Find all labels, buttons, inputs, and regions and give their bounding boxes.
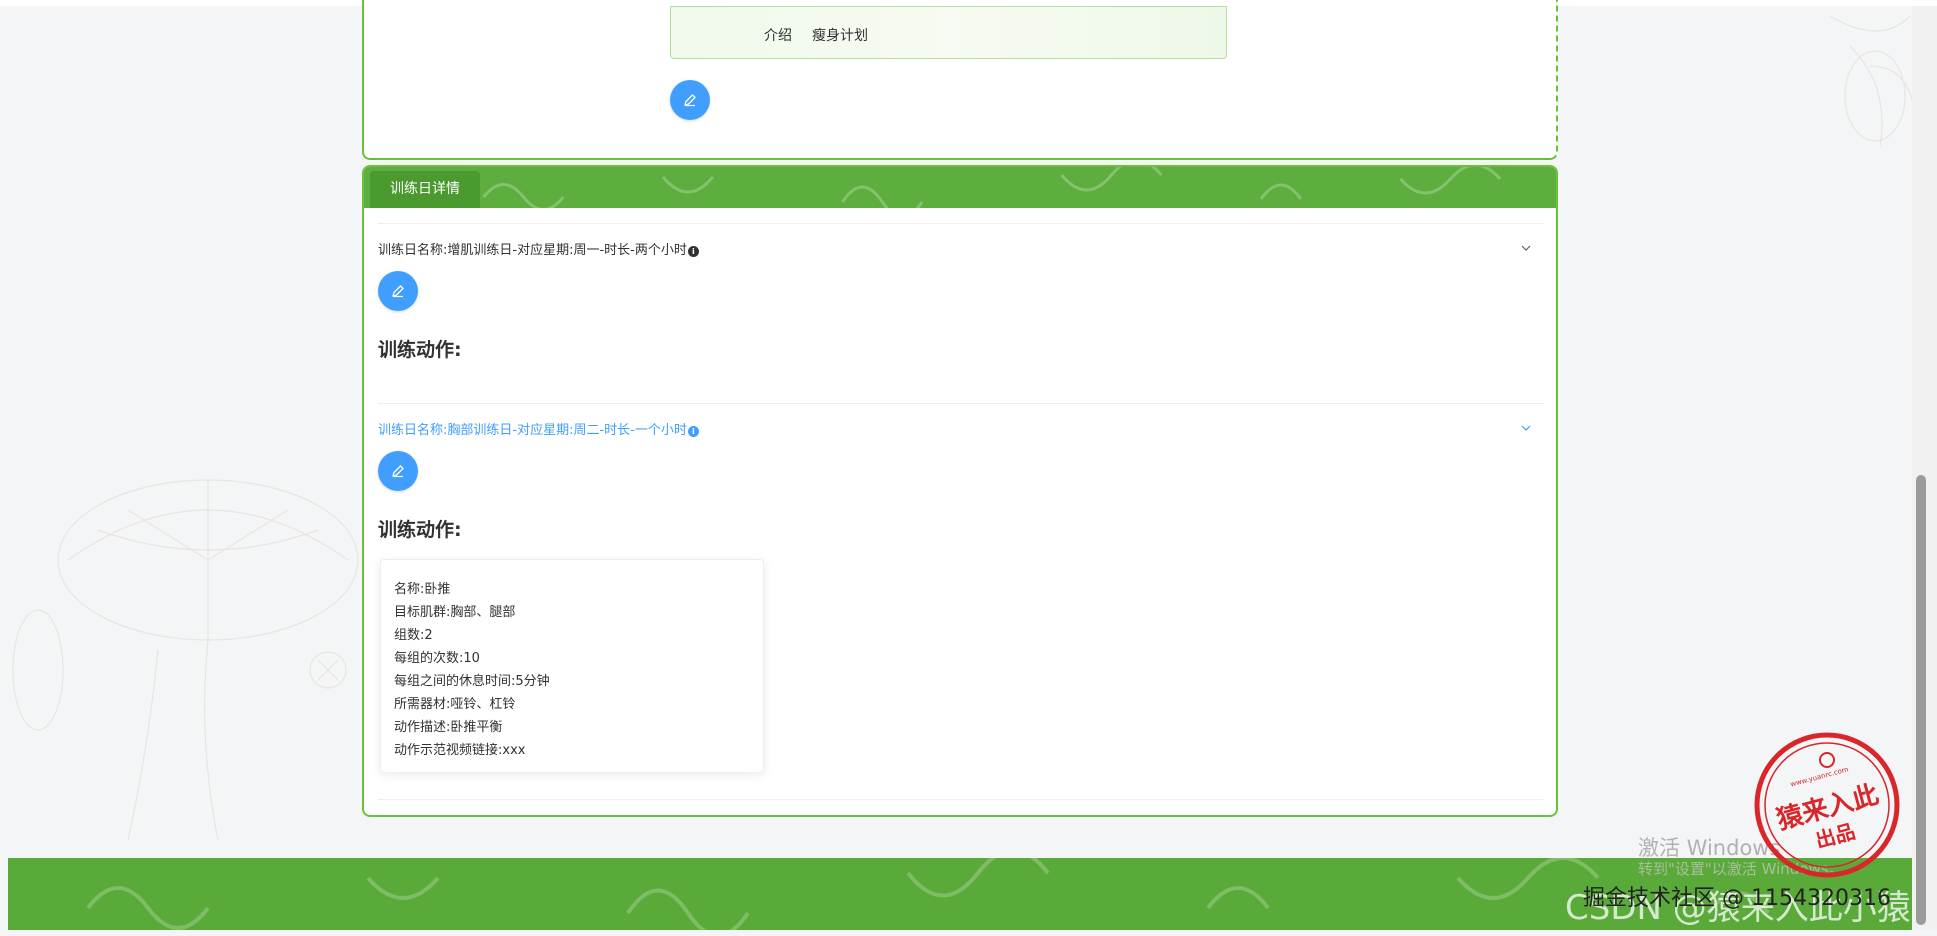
action-name: 名称:卧推: [394, 582, 451, 597]
tab-training-day-details[interactable]: 训练日详情: [370, 171, 480, 208]
info-icon: i: [687, 246, 699, 257]
info-icon: i: [687, 426, 699, 437]
scrollbar-thumb[interactable]: [1916, 475, 1926, 925]
seal-url: www.yuanrc.com: [1790, 765, 1850, 788]
plan-intro-row: 介绍 瘦身计划: [670, 6, 1227, 59]
item-divider: [378, 799, 1544, 800]
action-description: 动作描述:卧推平衡: [394, 720, 503, 735]
chevron-down-icon[interactable]: [1520, 422, 1532, 434]
flower-decoration-icon: [1829, 15, 1916, 147]
swirl-pattern-icon: [482, 167, 1502, 208]
pencil-icon: [392, 465, 404, 478]
training-days-card: 训练日详情 训练日名称:增肌训练日-对应星期:周一-时长-两个小时 i 训练动作:…: [362, 165, 1558, 817]
chevron-down-icon[interactable]: [1520, 242, 1532, 254]
edit-day-1-button[interactable]: [378, 271, 418, 311]
juejin-watermark: 掘金技术社区 @ 1154320316: [1583, 886, 1891, 911]
pencil-icon: [392, 285, 404, 298]
action-target: 目标肌群:胸部、腿部: [394, 605, 516, 620]
intro-label: 介绍: [764, 28, 792, 44]
action-sets: 组数:2: [394, 628, 433, 643]
intro-value: 瘦身计划: [812, 28, 868, 44]
action-card[interactable]: 名称:卧推 目标肌群:胸部、腿部 组数:2 每组的次数:10 每组之间的休息时间…: [380, 559, 764, 773]
lotus-decoration-icon: [12, 479, 359, 840]
pencil-icon: [684, 94, 696, 107]
item-divider: [378, 223, 1544, 224]
action-video: 动作示范视频链接:xxx: [394, 743, 526, 758]
action-reps: 每组的次数:10: [394, 651, 480, 666]
section-heading-2: 训练动作:: [378, 519, 462, 541]
section-heading-1: 训练动作:: [378, 339, 462, 361]
edit-plan-button[interactable]: [670, 80, 710, 120]
day-title-1-text: 训练日名称:增肌训练日-对应星期:周一-时长-两个小时: [378, 243, 687, 258]
edit-day-2-button[interactable]: [378, 451, 418, 491]
action-equipment: 所需器材:哑铃、杠铃: [394, 697, 516, 712]
day-title-2[interactable]: 训练日名称:胸部训练日-对应星期:周二-时长-一个小时 i: [378, 419, 699, 438]
item-divider: [378, 403, 1544, 404]
action-rest: 每组之间的休息时间:5分钟: [394, 674, 550, 689]
red-seal-stamp-icon: www.yuanrc.com 猿来入此 出品: [1754, 732, 1900, 878]
card-header: 训练日详情: [364, 167, 1556, 208]
day-title-1[interactable]: 训练日名称:增肌训练日-对应星期:周一-时长-两个小时 i: [378, 239, 699, 258]
day-title-2-text: 训练日名称:胸部训练日-对应星期:周二-时长-一个小时: [378, 423, 687, 438]
